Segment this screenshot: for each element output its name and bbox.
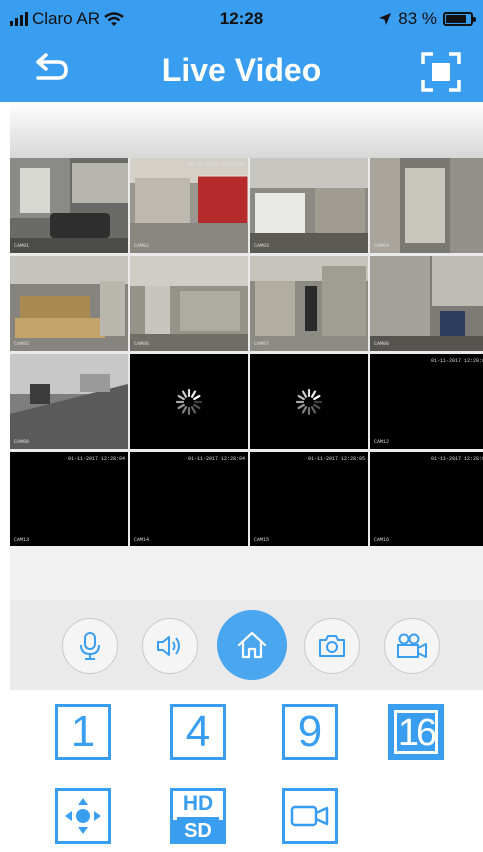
- camera-label: CAM06: [134, 341, 150, 347]
- home-button[interactable]: [217, 610, 287, 680]
- camera-tile[interactable]: 01-11-2017 12:28:04 CAM02: [130, 158, 248, 253]
- page-title: Live Video: [161, 52, 322, 88]
- speaker-button[interactable]: [142, 618, 198, 674]
- camera-label: CAM13: [14, 537, 30, 543]
- battery-icon: [443, 12, 476, 26]
- camera-label: CAM04: [374, 243, 390, 249]
- camera-feed-image: [10, 158, 128, 253]
- fullscreen-icon[interactable]: [421, 52, 461, 92]
- camera-timestamp: 01-11-2017 12:28:0: [430, 358, 483, 364]
- camera-tile[interactable]: 01-11-2017 12:28:04 CAM14: [130, 452, 248, 547]
- camera-feed-image: [130, 158, 248, 253]
- camera-tile[interactable]: CAM07: [250, 256, 368, 351]
- camera-label: CAM14: [134, 537, 150, 543]
- layout-16-button[interactable]: 16: [388, 704, 444, 760]
- camera-label: CAM08: [374, 341, 390, 347]
- camera-timestamp: 01-11-2017 12:28:05: [307, 456, 365, 462]
- speaker-icon: [157, 636, 180, 656]
- camera-tile[interactable]: CAM03: [250, 158, 368, 253]
- camera-tile[interactable]: CAM05: [10, 256, 128, 351]
- camera-feed-image: [10, 354, 128, 449]
- camera-label: CAM12: [374, 439, 390, 445]
- location-arrow-icon: [379, 13, 392, 25]
- nav-bar: Live Video: [0, 38, 483, 102]
- camera-tile[interactable]: CAM09: [10, 354, 128, 449]
- camera-tile[interactable]: 01-11-2017 12:28:05 CAM15: [250, 452, 368, 547]
- video-camera-icon: [397, 633, 427, 658]
- ptz-button[interactable]: [55, 788, 111, 844]
- microphone-icon: [80, 632, 100, 660]
- camera-label: CAM09: [14, 439, 30, 445]
- camera-tile[interactable]: 01-11-2017 12:28:04 CAM13: [10, 452, 128, 547]
- home-icon: [237, 631, 267, 659]
- camera-timestamp: 01-11-2017 12:28:04: [187, 456, 245, 462]
- camera-label: CAM03: [254, 243, 270, 249]
- header-gradient: [10, 102, 483, 158]
- camera-label: CAM07: [254, 341, 270, 347]
- loading-spinner-icon: [175, 388, 203, 416]
- loading-spinner-icon: [295, 388, 323, 416]
- camera-feed-image: [370, 256, 483, 351]
- camera-timestamp: 01-11-2017 12:28:0: [430, 456, 483, 462]
- camera-icon: [319, 635, 345, 657]
- control-toolbar: [10, 600, 483, 690]
- camera-timestamp: 01-11-2017 12:28:04: [187, 162, 245, 168]
- camera-tile[interactable]: [250, 354, 368, 449]
- hd-label: HD: [182, 792, 214, 815]
- camera-tile[interactable]: CAM06: [130, 256, 248, 351]
- camera-tile[interactable]: 01-11-2017 12:28:0 CAM16: [370, 452, 483, 547]
- camera-label: CAM02: [134, 243, 150, 249]
- camera-label: CAM16: [374, 537, 390, 543]
- camera-feed-image: [10, 256, 128, 351]
- video-icon: [290, 805, 329, 827]
- camera-grid: CAM01 01-11-2017 12:28:04 CAM02 CAM03 CAM04 C…: [10, 158, 483, 547]
- record-button[interactable]: [384, 618, 440, 674]
- ptz-direction-icon: [65, 798, 101, 834]
- sd-label: SD: [173, 820, 223, 842]
- camera-label: CAM01: [14, 243, 30, 249]
- camera-feed-image: [130, 256, 248, 351]
- spacer-panel: [10, 546, 483, 600]
- layout-4-button[interactable]: 4: [170, 704, 226, 760]
- camera-tile[interactable]: 01-11-2017 12:28:0 CAM12: [370, 354, 483, 449]
- hd-sd-toggle[interactable]: HD SD: [170, 788, 226, 844]
- playback-button[interactable]: [282, 788, 338, 844]
- camera-tile[interactable]: CAM01: [10, 158, 128, 253]
- microphone-button[interactable]: [62, 618, 118, 674]
- battery-percent: 83 %: [398, 9, 437, 28]
- snapshot-button[interactable]: [304, 618, 360, 674]
- camera-tile[interactable]: CAM08: [370, 256, 483, 351]
- camera-feed-image: [250, 256, 368, 351]
- status-bar: Claro AR 12:28 83 %: [0, 0, 483, 38]
- camera-timestamp: 01-11-2017 12:28:04: [67, 456, 125, 462]
- camera-label: CAM15: [254, 537, 270, 543]
- camera-tile[interactable]: CAM04: [370, 158, 483, 253]
- camera-tile[interactable]: [130, 354, 248, 449]
- camera-feed-image: [250, 158, 368, 253]
- camera-label: CAM05: [14, 341, 30, 347]
- camera-feed-image: [370, 158, 483, 253]
- layout-1-button[interactable]: 1: [55, 704, 111, 760]
- layout-9-button[interactable]: 9: [282, 704, 338, 760]
